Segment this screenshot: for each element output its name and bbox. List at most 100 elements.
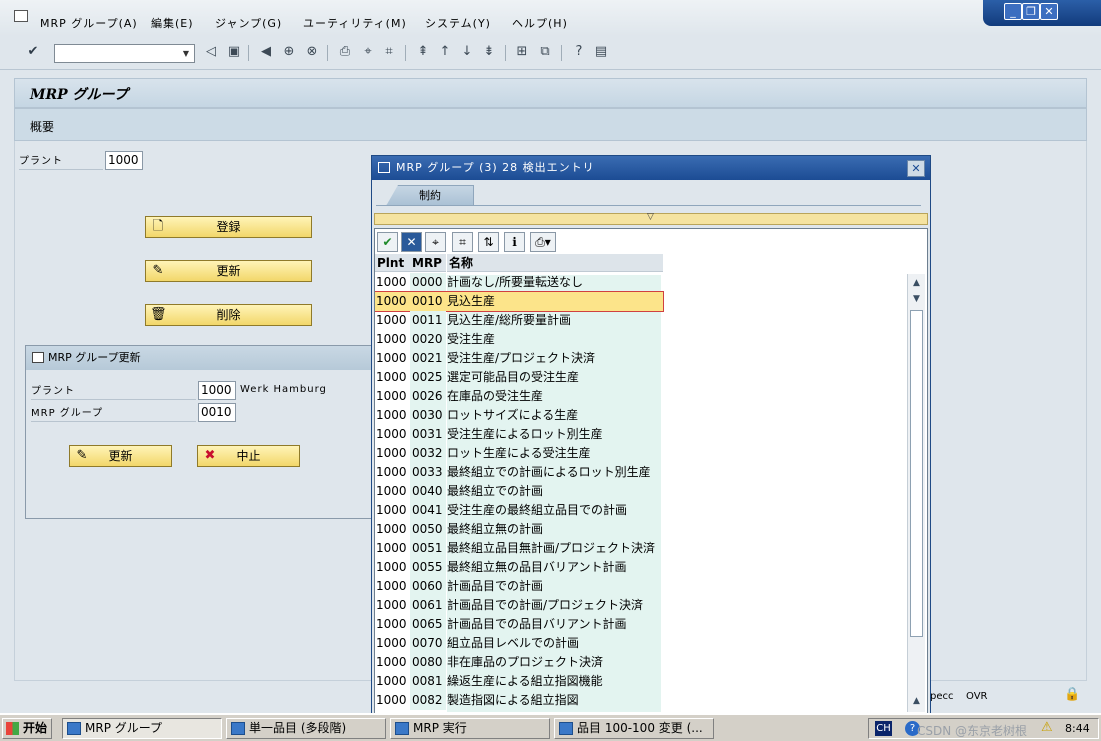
table-row[interactable]: 1000 0033 最終組立での計画によるロット別生産 — [375, 463, 663, 482]
layout-icon[interactable]: ▤ — [593, 44, 609, 60]
table-row[interactable]: 1000 0041 受注生産の最終組立品目での計画 — [375, 501, 663, 520]
language-indicator[interactable]: CH — [875, 721, 892, 736]
delete-button[interactable]: 🗑 削除 — [145, 304, 312, 326]
menu-edit[interactable]: 編集(E) — [151, 15, 194, 31]
task-label: 単一品目 (多段階) — [249, 721, 347, 735]
restrictions-toggle-bar[interactable]: ▽ — [374, 212, 928, 225]
table-row[interactable]: 1000 0051 最終組立品目無計画/プロジェクト決済 — [375, 539, 663, 558]
dialog-plant-label: プラント — [31, 382, 196, 400]
dialog-change-label: 更新 — [108, 449, 133, 463]
table-row[interactable]: 1000 0021 受注生産/プロジェクト決済 — [375, 349, 663, 368]
plant-field[interactable]: 1000 — [105, 151, 143, 170]
table-row[interactable]: 1000 0026 在庫品の受注生産 — [375, 387, 663, 406]
task-material-change[interactable]: 品目 100-100 変更 (... — [554, 718, 714, 739]
sap-menu-icon[interactable] — [14, 10, 28, 22]
scroll-down-icon[interactable]: ▲ — [909, 694, 924, 709]
column-header-name[interactable]: 名称 — [447, 254, 663, 272]
table-row[interactable]: 1000 0070 組立品目レベルでの計画 — [375, 634, 663, 653]
page-title: MRP グループ — [30, 87, 128, 103]
column-header-plnt[interactable]: Plnt — [375, 254, 410, 272]
scroll-up-icon[interactable]: ▲ — [909, 276, 924, 291]
table-row[interactable]: 1000 0060 計画品目での計画 — [375, 577, 663, 596]
table-row[interactable]: 1000 0032 ロット生産による受注生産 — [375, 444, 663, 463]
table-row[interactable]: 1000 0065 計画品目での品目バリアント計画 — [375, 615, 663, 634]
command-field[interactable]: ▼ — [54, 44, 195, 63]
menu-goto[interactable]: ジャンプ(G) — [215, 15, 282, 31]
cell-description: 計画品目での計画 — [447, 579, 544, 593]
popup-title-bar: MRP グループ (3) 28 検出エントリ — [372, 156, 930, 180]
cell-plant: 1000 — [376, 560, 407, 574]
save-icon[interactable]: ▣ — [226, 44, 242, 60]
dialog-plant-field[interactable]: 1000 — [198, 381, 236, 400]
back-nav-icon[interactable]: ◀ — [258, 44, 274, 60]
print-icon[interactable]: ⎙ — [337, 44, 353, 60]
cell-plant: 1000 — [376, 370, 407, 384]
cell-description: 計画なし/所要量転送なし — [447, 275, 584, 289]
table-row[interactable]: 1000 0011 見込生産/総所要量計画 — [375, 311, 663, 330]
minimize-icon[interactable]: _ — [1004, 3, 1022, 20]
vertical-scrollbar[interactable]: ▲ ▼ ▲ — [907, 274, 925, 712]
table-row[interactable]: 1000 0055 最終組立無の品目バリアント計画 — [375, 558, 663, 577]
tab-restrictions[interactable]: 制約 — [386, 185, 474, 206]
help-icon[interactable]: ? — [571, 44, 587, 60]
scroll-thumb[interactable] — [910, 310, 923, 637]
table-row[interactable]: 1000 0031 受注生産によるロット別生産 — [375, 425, 663, 444]
table-row[interactable]: 1000 0080 非在庫品のプロジェクト決済 — [375, 653, 663, 672]
next-page-icon[interactable]: ↓ — [459, 44, 475, 60]
exit-icon[interactable]: ⊕ — [281, 44, 297, 60]
table-row[interactable]: 1000 0050 最終組立無の計画 — [375, 520, 663, 539]
result-list: Plnt MRP 名称 1000 0000 計画なし/所要量転送なし 1000 0010… — [375, 254, 905, 712]
overview-button[interactable]: 概要 — [30, 118, 54, 135]
close-icon[interactable]: ✕ — [907, 160, 925, 177]
cell-mrp-group: 0060 — [410, 577, 446, 596]
info-icon[interactable]: ℹ — [504, 232, 525, 252]
insert-mode[interactable]: OVR — [966, 691, 987, 702]
table-row[interactable]: 1000 0082 製造指図による組立指図 — [375, 691, 663, 710]
restore-icon[interactable]: ❐ — [1022, 3, 1040, 20]
task-single-item[interactable]: 単一品目 (多段階) — [226, 718, 386, 739]
task-mrp-group[interactable]: MRP グループ — [62, 718, 222, 739]
cancel-selection-icon[interactable]: ✕ — [401, 232, 422, 252]
shortcut-icon[interactable]: ⧉ — [537, 44, 553, 60]
dialog-mrp-group-field[interactable]: 0010 — [198, 403, 236, 422]
first-page-icon[interactable]: ⇞ — [415, 44, 431, 60]
menu-utilities[interactable]: ユーティリティ(M) — [303, 15, 407, 31]
print-icon[interactable]: ⎙▾ — [530, 232, 556, 252]
chevron-down-icon[interactable]: ▼ — [178, 45, 194, 62]
find-icon[interactable]: ⌖ — [360, 44, 376, 60]
find-next-icon[interactable]: ⌗ — [452, 232, 473, 252]
change-button[interactable]: ✎ 更新 — [145, 260, 312, 282]
column-header-mrp[interactable]: MRP — [410, 254, 446, 272]
table-row[interactable]: 1000 0040 最終組立での計画 — [375, 482, 663, 501]
table-row[interactable]: 1000 0020 受注生産 — [375, 330, 663, 349]
task-mrp-run[interactable]: MRP 実行 — [390, 718, 550, 739]
prev-page-icon[interactable]: ↑ — [437, 44, 453, 60]
scroll-page-down-icon[interactable]: ▼ — [909, 292, 924, 307]
screen-title-bar: MRP グループ — [14, 78, 1087, 108]
sort-icon[interactable]: ⇅ — [478, 232, 499, 252]
table-row[interactable]: 1000 0000 計画なし/所要量転送なし — [375, 273, 663, 292]
delete-button-label: 削除 — [216, 308, 241, 322]
dialog-change-button[interactable]: ✎ 更新 — [69, 445, 172, 467]
confirm-icon[interactable]: ✔ — [377, 232, 398, 252]
warning-icon[interactable]: ⚠ — [1041, 720, 1053, 735]
table-row[interactable]: 1000 0061 計画品目での計画/プロジェクト決済 — [375, 596, 663, 615]
new-session-icon[interactable]: ⊞ — [514, 44, 530, 60]
find-next-icon[interactable]: ⌗ — [381, 44, 397, 60]
table-row[interactable]: 1000 0030 ロットサイズによる生産 — [375, 406, 663, 425]
create-button[interactable]: 🗋 登録 — [145, 216, 312, 238]
find-icon[interactable]: ⌖ — [425, 232, 446, 252]
cancel-icon[interactable]: ⊗ — [304, 44, 320, 60]
menu-mrp-group[interactable]: MRP グループ(A) — [40, 15, 138, 31]
table-row[interactable]: 1000 0010 見込生産 — [375, 291, 664, 312]
menu-help[interactable]: ヘルプ(H) — [512, 15, 568, 31]
back-icon[interactable]: ◁ — [203, 44, 219, 60]
table-row[interactable]: 1000 0025 選定可能品目の受注生産 — [375, 368, 663, 387]
close-window-icon[interactable]: ✕ — [1040, 3, 1058, 20]
table-row[interactable]: 1000 0081 繰返生産による組立指図機能 — [375, 672, 663, 691]
last-page-icon[interactable]: ⇟ — [481, 44, 497, 60]
enter-icon[interactable]: ✔ — [25, 44, 41, 60]
dialog-cancel-button[interactable]: ✖ 中止 — [197, 445, 300, 467]
start-button[interactable]: 开始 — [2, 718, 52, 739]
menu-system[interactable]: システム(Y) — [425, 15, 491, 31]
